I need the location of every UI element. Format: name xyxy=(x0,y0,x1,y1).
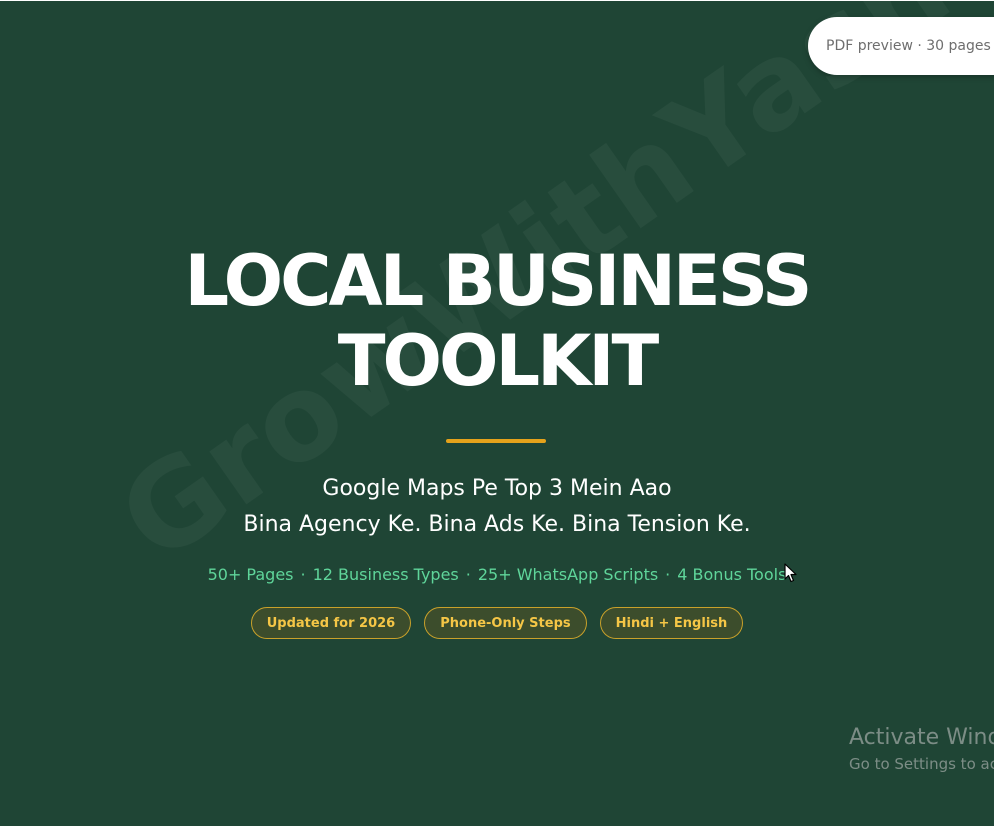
activation-title: Activate Windows xyxy=(849,725,994,750)
stats-row: 50+ Pages · 12 Business Types · 25+ WhatsApp… xyxy=(0,563,994,587)
windows-activation-notice: Activate Windows Go to Settings to activ… xyxy=(849,723,994,775)
stat-pages: 50+ Pages xyxy=(207,565,294,584)
stat-business-types: 12 Business Types xyxy=(312,565,459,584)
pdf-cover-slide: GrowWithYash.com LOCAL BUSINESS TOOLKIT … xyxy=(0,1,994,826)
stat-separator: · xyxy=(665,565,671,584)
badge-updated: Updated for 2026 xyxy=(250,607,412,639)
subtitle-line-1: Google Maps Pe Top 3 Mein Aao xyxy=(322,476,672,501)
pdf-preview-badge[interactable]: PDF preview · 30 pages xyxy=(808,17,994,75)
page-title: LOCAL BUSINESS TOOLKIT xyxy=(0,241,994,401)
title-line-1: LOCAL BUSINESS xyxy=(184,240,813,322)
feature-badges: Updated for 2026 Phone-Only Steps Hindi … xyxy=(0,607,994,639)
mouse-cursor-icon xyxy=(784,563,797,583)
badge-phone-only: Phone-Only Steps xyxy=(424,607,587,639)
accent-divider xyxy=(446,439,546,443)
stat-whatsapp-scripts: 25+ WhatsApp Scripts xyxy=(477,565,659,584)
title-line-2: TOOLKIT xyxy=(337,320,659,402)
badge-language: Hindi + English xyxy=(599,607,744,639)
stat-bonus-tools: 4 Bonus Tools xyxy=(677,565,787,584)
subtitle: Google Maps Pe Top 3 Mein Aao Bina Agenc… xyxy=(0,471,994,543)
stat-separator: · xyxy=(300,565,306,584)
subtitle-line-2: Bina Agency Ke. Bina Ads Ke. Bina Tensio… xyxy=(243,512,751,537)
stat-separator: · xyxy=(465,565,471,584)
activation-subtitle: Go to Settings to activate Windows. xyxy=(849,755,994,773)
page: GrowWithYash.com LOCAL BUSINESS TOOLKIT … xyxy=(0,0,996,826)
